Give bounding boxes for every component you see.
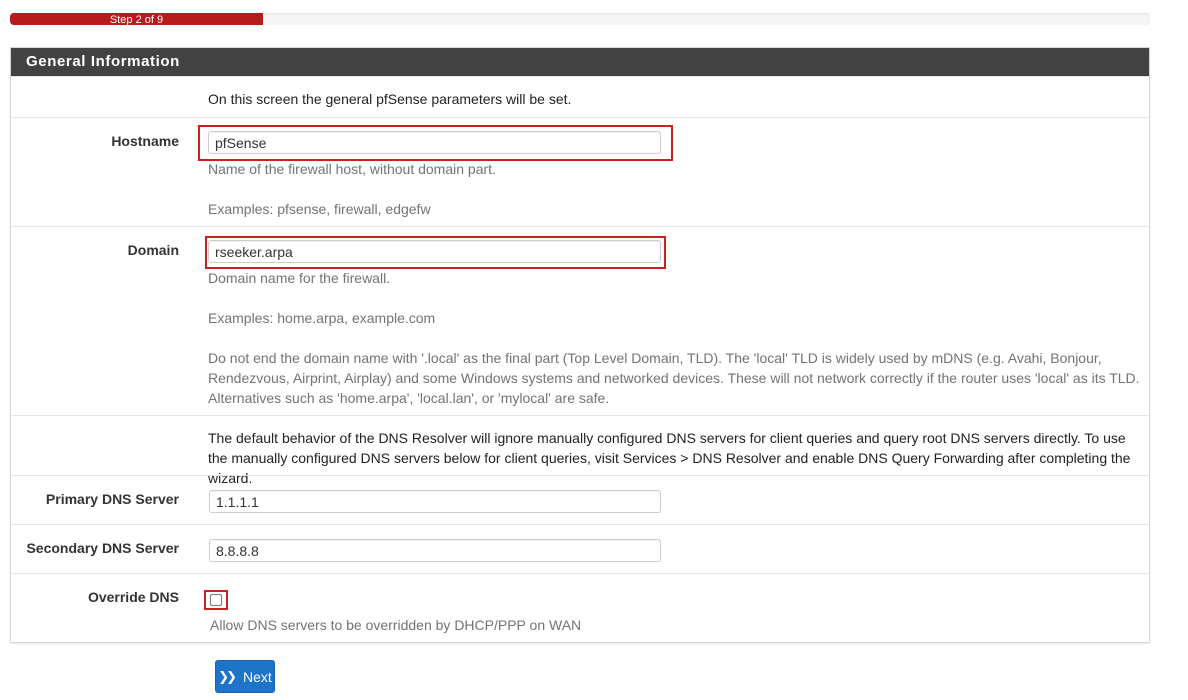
next-button[interactable]: ❯❯ Next (215, 660, 275, 693)
general-information-panel: General Information On this screen the g… (10, 47, 1150, 643)
wizard-progress-bar: Step 2 of 9 (10, 13, 1150, 26)
intro-text: On this screen the general pfSense param… (208, 91, 572, 107)
dns-note-row: The default behavior of the DNS Resolver… (11, 415, 1149, 486)
secondary-dns-input[interactable]: 8.8.8.8 (209, 539, 661, 562)
intro-row: On this screen the general pfSense param… (11, 76, 1149, 117)
wizard-progress-fill: Step 2 of 9 (10, 13, 263, 26)
next-button-label: Next (243, 668, 272, 685)
domain-tld-warning: Do not end the domain name with '.local'… (208, 350, 1140, 406)
double-chevron-right-icon: ❯❯ (218, 668, 237, 684)
domain-input[interactable]: rseeker.arpa (208, 240, 661, 263)
secondary-dns-label: Secondary DNS Server (26, 540, 179, 556)
primary-dns-input[interactable]: 1.1.1.1 (209, 490, 661, 513)
override-dns-checkbox[interactable] (210, 594, 222, 606)
hostname-row: Hostname pfSense Name of the firewall ho… (11, 117, 1149, 226)
primary-dns-label: Primary DNS Server (45, 491, 179, 507)
secondary-dns-row: Secondary DNS Server 8.8.8.8 (11, 524, 1149, 573)
domain-examples: Examples: home.arpa, example.com (208, 310, 436, 326)
override-dns-help: Allow DNS servers to be overridden by DH… (210, 617, 582, 633)
domain-help: Domain name for the firewall. (208, 270, 391, 286)
hostname-help: Name of the firewall host, without domai… (208, 161, 496, 177)
hostname-label: Hostname (111, 133, 179, 149)
primary-dns-row: Primary DNS Server 1.1.1.1 (11, 475, 1149, 524)
override-dns-label: Override DNS (87, 589, 179, 605)
override-dns-row: Override DNS Allow DNS servers to be ove… (11, 573, 1149, 642)
hostname-examples: Examples: pfsense, firewall, edgefw (208, 201, 431, 217)
domain-row: Domain rseeker.arpa Domain name for the … (11, 226, 1149, 415)
panel-title: General Information (11, 48, 1149, 76)
hostname-input[interactable]: pfSense (208, 131, 661, 154)
wizard-progress-label: Step 2 of 9 (109, 14, 164, 26)
domain-label: Domain (127, 242, 179, 258)
